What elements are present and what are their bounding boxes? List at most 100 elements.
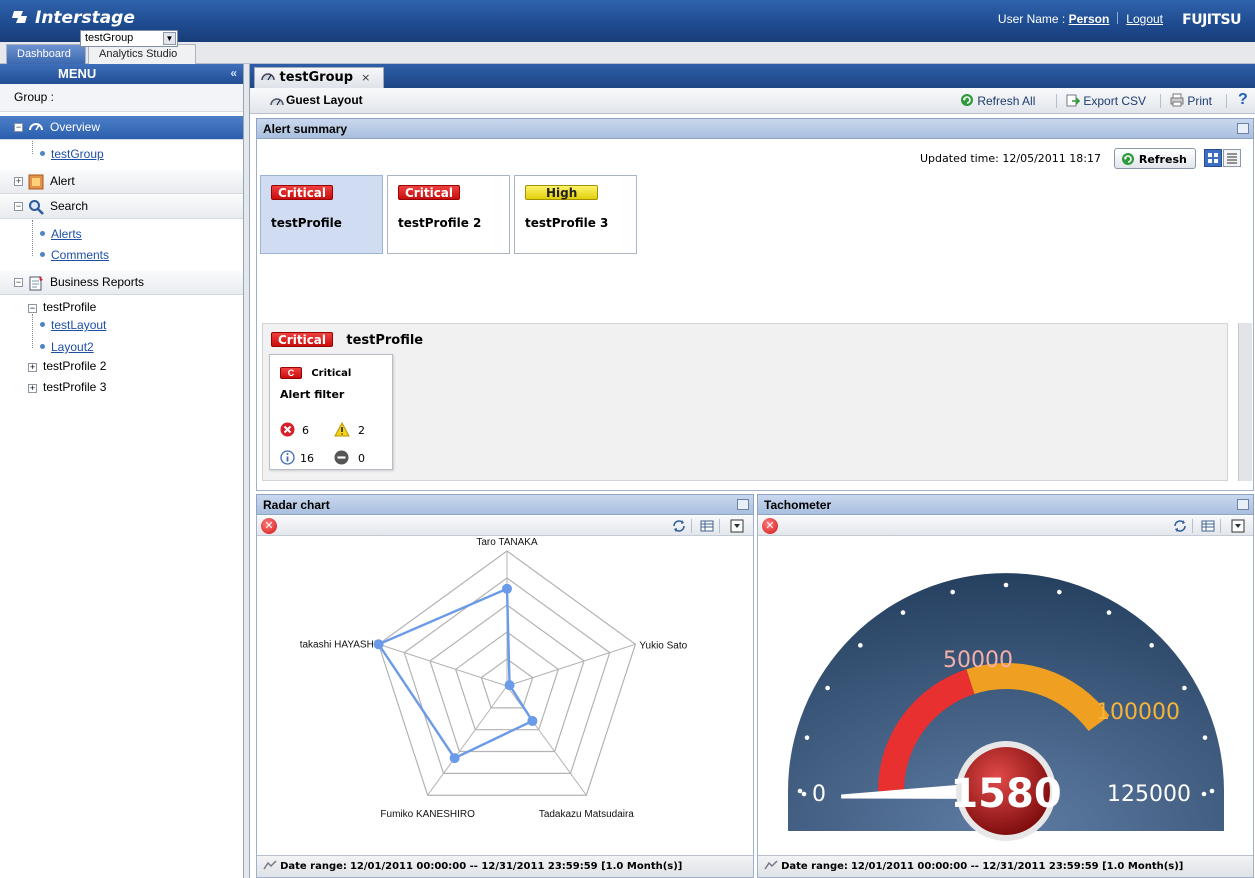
menu-dropdown-icon[interactable] bbox=[729, 518, 745, 534]
collapse-icon[interactable]: − bbox=[28, 304, 37, 313]
sidebar-section-label: Search bbox=[50, 199, 89, 213]
gauge-tick bbox=[1003, 582, 1009, 588]
tree-profile-testprofile-2[interactable]: + testProfile 2 bbox=[28, 359, 106, 373]
severity-badge: Critical bbox=[271, 185, 334, 200]
tachometer-toolbar: ✕ bbox=[758, 516, 1253, 536]
group-select[interactable]: testGroup ▼ bbox=[80, 30, 178, 47]
gauge-tick bbox=[1149, 643, 1154, 648]
maximize-icon[interactable] bbox=[1237, 499, 1249, 510]
bullet-icon bbox=[40, 344, 45, 349]
radar-date-range-bar: Date range: 12/01/2011 00:00:00 -- 12/31… bbox=[257, 855, 753, 877]
card-profile-name: testProfile bbox=[271, 216, 342, 230]
bullet-icon bbox=[40, 322, 45, 327]
table-view-icon[interactable] bbox=[699, 518, 715, 534]
sidebar-section-label: Overview bbox=[50, 120, 101, 134]
expand-icon[interactable]: + bbox=[28, 363, 37, 372]
reload-icon[interactable] bbox=[1172, 518, 1188, 534]
collapse-icon[interactable]: − bbox=[14, 278, 23, 287]
gauge-tick bbox=[825, 685, 830, 691]
sidebar-item-link[interactable]: Layout2 bbox=[51, 340, 94, 354]
export-csv-button[interactable]: Export CSV bbox=[1066, 93, 1146, 108]
sidebar-item-layout2[interactable]: Layout2 bbox=[40, 340, 94, 354]
stopped-icon bbox=[334, 450, 349, 465]
panel-title: Tachometer bbox=[764, 498, 832, 512]
logout-link[interactable]: Logout bbox=[1126, 12, 1163, 26]
layout-title: Guest Layout bbox=[286, 93, 363, 107]
sidebar-item-link[interactable]: Alerts bbox=[51, 227, 82, 241]
collapse-icon[interactable]: − bbox=[14, 123, 23, 132]
expand-icon[interactable]: + bbox=[14, 177, 23, 186]
maximize-icon[interactable] bbox=[1237, 123, 1249, 134]
gauge-label-min: 0 bbox=[812, 782, 826, 807]
gauge-tick bbox=[950, 589, 955, 595]
refresh-button[interactable]: Refresh bbox=[1114, 148, 1196, 169]
tree-profile-testprofile[interactable]: − testProfile bbox=[28, 300, 96, 314]
sidebar-section-search[interactable]: − Search bbox=[0, 195, 243, 219]
gauge-tick bbox=[801, 791, 807, 797]
radar-point bbox=[373, 639, 384, 650]
error-status-icon[interactable]: ✕ bbox=[762, 518, 778, 534]
divider bbox=[1117, 12, 1119, 24]
menu-dropdown-icon[interactable] bbox=[1230, 518, 1246, 534]
tachometer-date-range-bar: Date range: 12/01/2011 00:00:00 -- 12/31… bbox=[758, 855, 1253, 877]
table-view-icon[interactable] bbox=[1200, 518, 1216, 534]
date-range-icon bbox=[764, 860, 778, 870]
close-tab-icon[interactable]: × bbox=[361, 71, 370, 84]
radar-chart-header: Radar chart bbox=[256, 494, 754, 515]
user-bar: User Name : Person Logout bbox=[998, 12, 1163, 26]
overview-icon bbox=[29, 123, 43, 131]
panel-title: Radar chart bbox=[263, 498, 330, 512]
severity-badge-icon: C bbox=[280, 367, 302, 379]
divider bbox=[1056, 94, 1057, 108]
stopped-count: 0 bbox=[358, 452, 365, 465]
divider bbox=[1192, 519, 1193, 533]
alert-filter-card[interactable]: C Critical Alert filter 6 2 16 0 bbox=[269, 354, 393, 470]
alert-card-testprofile-3[interactable]: High testProfile 3 bbox=[514, 175, 637, 254]
radar-axis-label: takashi HAYASHI bbox=[300, 639, 377, 650]
sidebar-item-testgroup[interactable]: testGroup bbox=[40, 147, 104, 161]
print-button[interactable]: Print bbox=[1170, 93, 1212, 108]
alert-detail-header: Critical testProfile bbox=[271, 332, 423, 348]
collapse-icon[interactable]: − bbox=[14, 202, 23, 211]
sidebar-section-business-reports[interactable]: − Business Reports bbox=[0, 271, 243, 295]
divider bbox=[1160, 94, 1161, 108]
sidebar-item-alerts[interactable]: Alerts bbox=[40, 227, 82, 241]
sidebar-section-alert[interactable]: + Alert bbox=[0, 170, 243, 194]
tree-connector bbox=[32, 314, 33, 348]
layout-toolbar: Guest Layout Refresh All Export CSV Prin… bbox=[250, 88, 1255, 114]
expand-icon[interactable]: + bbox=[28, 384, 37, 393]
refresh-all-button[interactable]: Refresh All bbox=[960, 93, 1035, 108]
tab-testgroup[interactable]: testGroup × bbox=[254, 67, 384, 88]
help-icon[interactable]: ? bbox=[1238, 91, 1248, 109]
updated-time: Updated time: 12/05/2011 18:17 bbox=[920, 152, 1101, 165]
error-status-icon[interactable]: ✕ bbox=[261, 518, 277, 534]
alert-card-testprofile[interactable]: Critical testProfile bbox=[260, 175, 383, 254]
gauge-tick bbox=[1201, 791, 1207, 797]
sidebar-section-overview[interactable]: − Overview bbox=[0, 116, 243, 140]
sidebar-item-link[interactable]: testLayout bbox=[51, 318, 106, 332]
tab-analytics-studio[interactable]: Analytics Studio bbox=[88, 44, 196, 64]
tab-dashboard[interactable]: Dashboard bbox=[6, 44, 86, 64]
top-bar: Interstage User Name : Person Logout FUJI… bbox=[0, 0, 1255, 42]
info-count: 16 bbox=[300, 452, 314, 465]
reload-icon[interactable] bbox=[671, 518, 687, 534]
sidebar-item-testlayout[interactable]: testLayout bbox=[40, 318, 106, 332]
sidebar-item-comments[interactable]: Comments bbox=[40, 248, 109, 262]
dropdown-arrow-icon[interactable]: ▼ bbox=[163, 32, 176, 45]
sidebar-item-link[interactable]: testGroup bbox=[51, 147, 104, 161]
menu-header: MENU « bbox=[0, 64, 243, 84]
scrollbar[interactable] bbox=[1238, 323, 1252, 481]
list-view-icon[interactable] bbox=[1223, 149, 1241, 167]
brand-name: Interstage bbox=[35, 8, 135, 28]
alert-card-testprofile-2[interactable]: Critical testProfile 2 bbox=[387, 175, 510, 254]
radar-axis bbox=[378, 643, 508, 687]
collapse-menu-icon[interactable]: « bbox=[230, 66, 237, 80]
tile-view-icon[interactable] bbox=[1204, 149, 1222, 167]
user-name-link[interactable]: Person bbox=[1069, 12, 1110, 26]
sidebar-item-link[interactable]: Comments bbox=[51, 248, 109, 262]
error-count: 6 bbox=[302, 424, 309, 437]
maximize-icon[interactable] bbox=[737, 499, 749, 510]
splitter[interactable] bbox=[244, 64, 250, 878]
app-tabs: Dashboard Analytics Studio bbox=[0, 42, 1255, 64]
tree-profile-testprofile-3[interactable]: + testProfile 3 bbox=[28, 380, 106, 394]
